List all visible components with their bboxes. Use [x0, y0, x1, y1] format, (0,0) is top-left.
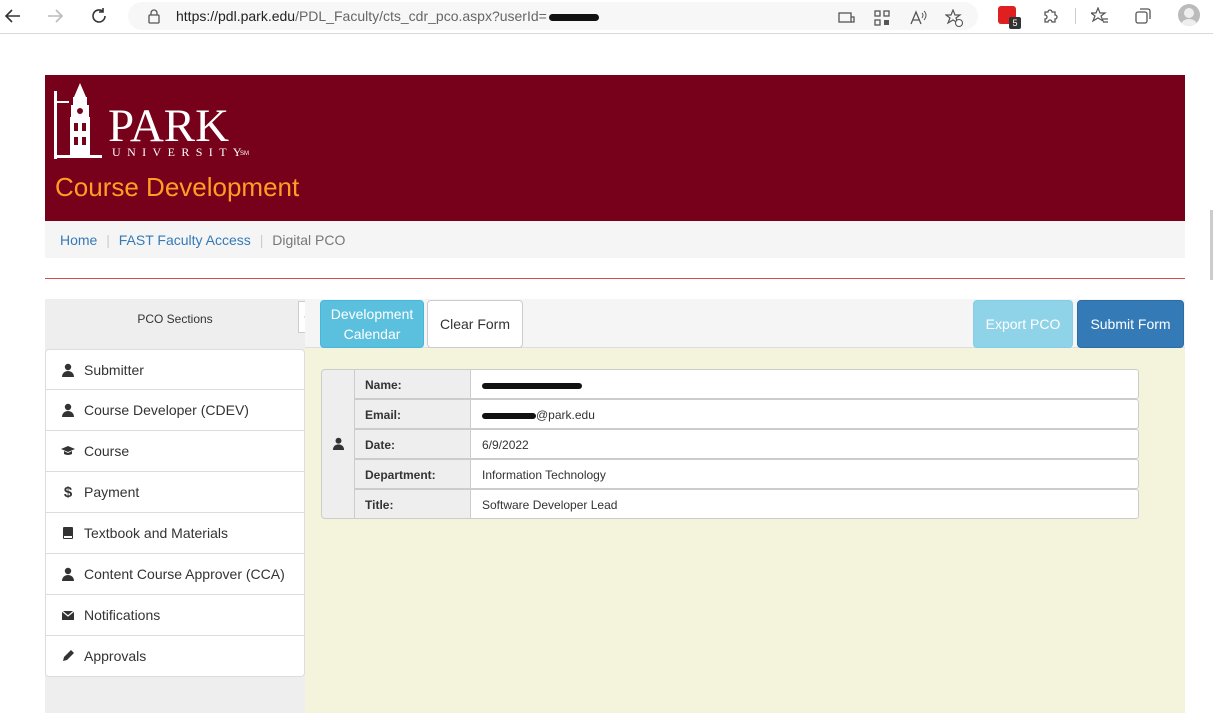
forward-arrow-icon	[48, 9, 64, 23]
site-title: Course Development	[55, 172, 300, 202]
sidebar-item-label: Course Developer (CDEV)	[84, 402, 249, 418]
sidebar-item-course[interactable]: Course	[45, 431, 305, 472]
button-label: Submit Form	[1090, 316, 1171, 332]
breadcrumb: Home | FAST Faculty Access | Digital PCO	[45, 221, 1185, 258]
redacted-name	[482, 382, 582, 389]
qr-code-icon[interactable]	[872, 8, 892, 28]
redacted-user-id	[548, 13, 599, 21]
refresh-button[interactable]	[86, 4, 112, 28]
site-header: PARK UNIVERSITY SM Course Development	[45, 75, 1185, 221]
header-rule	[45, 278, 1185, 279]
browser-toolbar: https://pdl.park.edu/PDL_Faculty/cts_cdr…	[0, 0, 1213, 34]
breadcrumb-home-link[interactable]: Home	[60, 232, 97, 248]
book-icon	[60, 525, 76, 541]
button-label: Clear Form	[439, 316, 510, 332]
form-toolbar: Development Calendar Clear Form Export PC…	[305, 299, 1185, 348]
user-icon	[60, 402, 76, 418]
sidebar-list: Submitter Course Developer (CDEV) Course…	[45, 349, 305, 677]
sidebar-heading: PCO Sections	[137, 312, 213, 326]
email-field[interactable]: @park.edu	[470, 399, 1139, 429]
user-icon	[60, 566, 76, 582]
park-university-logo[interactable]: PARK UNIVERSITY SM	[54, 81, 249, 159]
sidebar-item-label: Approvals	[84, 648, 147, 664]
url-host: https://pdl.park.edu	[176, 8, 296, 24]
user-icon	[60, 362, 76, 378]
logo-university-text: UNIVERSITY	[112, 145, 248, 159]
sidebar-item-notifications[interactable]: Notifications	[45, 595, 305, 636]
sidebar-item-label: Content Course Approver (CCA)	[84, 566, 285, 582]
field-label: Title:	[354, 489, 471, 519]
breadcrumb-separator: |	[106, 232, 110, 248]
url-path: /PDL_Faculty/cts_cdr_pco.aspx?userId=	[295, 8, 547, 24]
app-available-icon[interactable]	[836, 8, 856, 28]
clock-tower-icon	[54, 83, 102, 159]
back-button[interactable]	[0, 4, 26, 28]
breadcrumb-current: Digital PCO	[272, 232, 346, 248]
button-label-line1: Development	[330, 306, 414, 322]
extension-icon[interactable]: 5	[998, 6, 1021, 29]
profile-avatar[interactable]	[1178, 4, 1200, 26]
lock-icon	[148, 9, 160, 24]
submit-form-button[interactable]: Submit Form	[1077, 300, 1184, 348]
sidebar-item-cca[interactable]: Content Course Approver (CCA)	[45, 554, 305, 595]
field-label: Date:	[354, 429, 471, 459]
read-aloud-icon[interactable]	[908, 8, 928, 28]
field-value: @park.edu	[536, 408, 595, 422]
department-field[interactable]: Information Technology	[470, 459, 1139, 489]
graduation-cap-icon	[60, 443, 76, 459]
url-text: https://pdl.park.edu/PDL_Faculty/cts_cdr…	[176, 8, 599, 24]
forward-button[interactable]	[42, 4, 68, 28]
envelope-icon	[60, 607, 76, 623]
pco-sections-sidebar: PCO Sections Submitter Course Developer …	[45, 299, 305, 713]
breadcrumb-separator: |	[259, 232, 264, 248]
sidebar-item-approvals[interactable]: Approvals	[45, 636, 305, 677]
toolbar-divider	[1075, 8, 1076, 24]
logo-park-text: PARK	[108, 100, 230, 152]
back-arrow-icon	[4, 9, 20, 23]
dollar-icon: $	[63, 483, 73, 501]
collections-icon[interactable]	[1133, 6, 1153, 26]
user-icon	[332, 437, 345, 450]
sidebar-item-course-developer[interactable]: Course Developer (CDEV)	[45, 390, 305, 431]
address-bar[interactable]: https://pdl.park.edu/PDL_Faculty/cts_cdr…	[128, 2, 978, 30]
sidebar-item-label: Course	[84, 443, 130, 459]
button-label: Export PCO	[985, 316, 1061, 332]
name-field[interactable]	[470, 369, 1139, 399]
field-label: Department:	[354, 459, 471, 489]
logo-trademark: SM	[240, 151, 249, 157]
button-label-line2: Calendar	[343, 326, 401, 342]
sidebar-item-submitter[interactable]: Submitter	[45, 349, 305, 390]
submitter-form: Name: Email: @park.edu Date: 6/9/2022 De…	[321, 369, 1139, 519]
breadcrumb-fast-faculty-link[interactable]: FAST Faculty Access	[119, 232, 251, 248]
sidebar-item-label: Payment	[84, 484, 140, 500]
email-row: Email: @park.edu	[354, 399, 1139, 429]
pencil-icon	[60, 648, 76, 664]
sidebar-item-label: Submitter	[84, 362, 144, 378]
sidebar-item-payment[interactable]: $ Payment	[45, 472, 305, 513]
redacted-email-user	[482, 412, 536, 419]
sidebar-item-textbook[interactable]: Textbook and Materials	[45, 513, 305, 554]
clear-form-button[interactable]: Clear Form	[427, 300, 523, 348]
export-pco-button[interactable]: Export PCO	[973, 300, 1073, 348]
date-row: Date: 6/9/2022	[354, 429, 1139, 459]
name-row: Name:	[354, 369, 1139, 399]
main-content: Development Calendar Clear Form Export PC…	[305, 299, 1185, 713]
field-label: Email:	[354, 399, 471, 429]
extensions-puzzle-icon[interactable]	[1040, 6, 1060, 26]
favorites-icon[interactable]	[1090, 6, 1110, 26]
title-row: Title: Software Developer Lead	[354, 489, 1139, 519]
department-row: Department: Information Technology	[354, 459, 1139, 489]
extension-badge-count: 5	[1009, 17, 1021, 29]
sidebar-item-label: Textbook and Materials	[84, 525, 228, 541]
title-field[interactable]: Software Developer Lead	[470, 489, 1139, 519]
field-label: Name:	[354, 369, 471, 399]
refresh-icon	[92, 8, 106, 23]
submitter-addon	[321, 369, 355, 519]
development-calendar-button[interactable]: Development Calendar	[320, 300, 424, 348]
date-field[interactable]: 6/9/2022	[470, 429, 1139, 459]
add-favorite-icon[interactable]	[944, 8, 964, 28]
sidebar-item-label: Notifications	[84, 607, 161, 623]
